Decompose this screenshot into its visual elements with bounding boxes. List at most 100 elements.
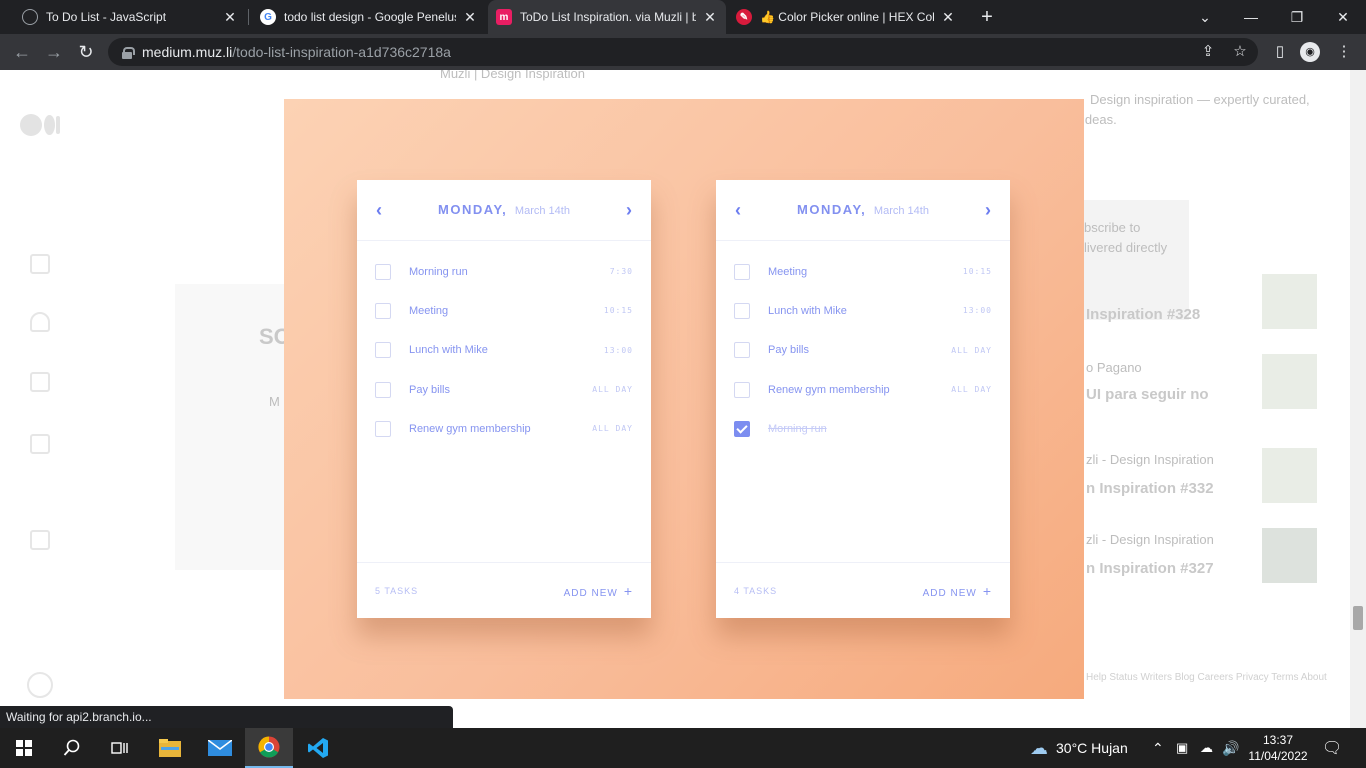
- side-panel-icon[interactable]: ▯: [1270, 42, 1290, 62]
- post-title[interactable]: Inspiration #328: [1086, 306, 1200, 323]
- date-label: March 14th: [873, 205, 929, 217]
- clock-time: 13:37: [1262, 733, 1294, 747]
- tab-color-picker[interactable]: ✎ 👍 Color Picker online | HEX Color Pick…: [728, 0, 964, 34]
- post-title[interactable]: n Inspiration #332: [1086, 480, 1214, 497]
- task-list: Morning run 7:30 Meeting 10:15 Lunch with …: [357, 252, 651, 448]
- file-explorer-icon[interactable]: [146, 728, 194, 768]
- task-count: 4 TASKS: [734, 585, 778, 596]
- publication-blurb: Design inspiration — expertly curated,: [1090, 92, 1310, 107]
- promo-letter: M: [269, 394, 280, 409]
- reload-icon[interactable]: ↻: [74, 40, 98, 64]
- task-item[interactable]: Morning run 7:30: [357, 252, 651, 291]
- plus-icon: +: [982, 582, 992, 599]
- task-time: 13:00: [962, 306, 992, 316]
- task-name: Renew gym membership: [768, 383, 890, 396]
- scrollbar-thumb[interactable]: [1353, 606, 1363, 630]
- vscode-icon[interactable]: [294, 728, 342, 768]
- volume-icon[interactable]: 🔊: [1222, 728, 1239, 768]
- task-item[interactable]: Lunch with Mike 13:00: [716, 291, 1010, 330]
- github-icon[interactable]: ◉: [1300, 42, 1320, 62]
- task-checkbox[interactable]: [375, 342, 391, 359]
- windows-start-icon[interactable]: [0, 728, 48, 768]
- tab-title: 👍 Color Picker online | HEX Color Picker: [760, 10, 934, 24]
- chevron-right-icon[interactable]: ›: [622, 201, 636, 219]
- minimize-button[interactable]: —: [1228, 0, 1274, 34]
- task-checkbox[interactable]: [734, 342, 750, 359]
- task-item[interactable]: Meeting 10:15: [716, 252, 1010, 291]
- add-new-button[interactable]: ADD NEW +: [923, 583, 992, 599]
- write-icon[interactable]: [30, 530, 50, 550]
- search-icon[interactable]: [48, 728, 96, 768]
- card-footer: 4 TASKS ADD NEW +: [716, 562, 1010, 618]
- window-close-button[interactable]: ✕: [1320, 0, 1366, 34]
- show-hidden-icons-icon[interactable]: ⌃: [1152, 728, 1164, 768]
- meet-now-icon[interactable]: ▣: [1176, 728, 1188, 768]
- task-checkbox[interactable]: [375, 420, 391, 437]
- task-checkbox[interactable]: [375, 302, 391, 319]
- task-item[interactable]: Pay bills ALL DAY: [357, 370, 651, 409]
- share-icon[interactable]: ⇪: [1198, 42, 1218, 62]
- post-thumbnail[interactable]: [1262, 274, 1317, 329]
- task-checkbox[interactable]: [375, 263, 391, 280]
- close-icon[interactable]: ✕: [222, 9, 238, 26]
- tab-title: ToDo List Inspiration. via Muzli | by Mu…: [520, 10, 696, 24]
- back-icon[interactable]: ←: [10, 40, 34, 64]
- medium-logo-icon: [20, 114, 60, 136]
- post-thumbnail[interactable]: [1262, 448, 1317, 503]
- forward-icon[interactable]: →: [42, 40, 66, 64]
- task-checkbox[interactable]: [734, 302, 750, 319]
- home-icon[interactable]: [30, 254, 50, 274]
- browser-toolbar: ← → ↻ medium.muz.li/todo-list-inspiratio…: [0, 34, 1366, 70]
- add-new-button[interactable]: ADD NEW +: [564, 583, 633, 599]
- address-bar[interactable]: medium.muz.li/todo-list-inspiration-a1d7…: [108, 38, 1258, 66]
- close-icon[interactable]: ✕: [940, 9, 956, 26]
- lists-icon[interactable]: [30, 372, 50, 392]
- tab-muzli[interactable]: m ToDo List Inspiration. via Muzli | by …: [488, 0, 726, 34]
- task-item[interactable]: Renew gym membership ALL DAY: [716, 370, 1010, 409]
- post-title[interactable]: n Inspiration #327: [1086, 560, 1214, 577]
- task-time: 10:15: [603, 306, 633, 316]
- task-item-completed[interactable]: Morning run: [716, 409, 1010, 448]
- notifications-icon[interactable]: [30, 312, 50, 332]
- mail-icon[interactable]: [196, 728, 244, 768]
- task-count: 5 TASKS: [375, 585, 419, 596]
- task-item[interactable]: Pay bills ALL DAY: [716, 331, 1010, 370]
- chevron-right-icon[interactable]: ›: [981, 201, 995, 219]
- close-icon[interactable]: ✕: [462, 9, 478, 26]
- network-icon[interactable]: ☁: [1200, 728, 1213, 768]
- task-checkbox[interactable]: [734, 263, 750, 280]
- tab-google-search[interactable]: G todo list design - Google Penelusuran …: [252, 0, 486, 34]
- publication-blurb-2: ideas.: [1082, 112, 1117, 127]
- task-checkbox[interactable]: [734, 381, 750, 398]
- restore-button[interactable]: ❐: [1274, 0, 1320, 34]
- card-header: ‹ MONDAY, March 14th ›: [357, 180, 651, 241]
- weather-widget[interactable]: ☁ 30°C Hujan: [1030, 728, 1128, 768]
- task-checkbox-checked[interactable]: [734, 420, 750, 437]
- task-name: Morning run: [409, 265, 468, 278]
- stories-icon[interactable]: [30, 434, 50, 454]
- new-tab-button[interactable]: +: [976, 6, 998, 28]
- bookmark-star-icon[interactable]: ☆: [1230, 42, 1250, 62]
- close-icon[interactable]: ✕: [702, 9, 718, 26]
- tab-search-icon[interactable]: ⌄: [1182, 0, 1228, 34]
- task-item[interactable]: Meeting 10:15: [357, 291, 651, 330]
- notification-center-icon[interactable]: 🗨: [1322, 728, 1342, 768]
- post-thumbnail[interactable]: [1262, 354, 1317, 409]
- task-time: ALL DAY: [592, 385, 633, 395]
- post-title[interactable]: UI para seguir no: [1086, 386, 1209, 403]
- tab-strip: To Do List - JavaScript ✕ G todo list de…: [0, 0, 1366, 34]
- date-label: March 14th: [514, 205, 570, 217]
- task-item[interactable]: Renew gym membership ALL DAY: [357, 409, 651, 448]
- footer-links[interactable]: Help Status Writers Blog Careers Privacy…: [1086, 672, 1327, 683]
- task-view-icon[interactable]: [96, 728, 144, 768]
- system-clock[interactable]: 13:37 11/04/2022: [1246, 732, 1310, 764]
- color-picker-icon: ✎: [736, 9, 752, 25]
- task-checkbox[interactable]: [375, 381, 391, 398]
- avatar[interactable]: [27, 672, 53, 698]
- post-thumbnail[interactable]: [1262, 528, 1317, 583]
- menu-icon[interactable]: ⋮: [1334, 42, 1354, 62]
- task-name: Meeting: [409, 304, 449, 317]
- tab-todo-list-javascript[interactable]: To Do List - JavaScript ✕: [14, 0, 246, 34]
- task-item[interactable]: Lunch with Mike 13:00: [357, 331, 651, 370]
- chrome-icon[interactable]: [245, 728, 293, 768]
